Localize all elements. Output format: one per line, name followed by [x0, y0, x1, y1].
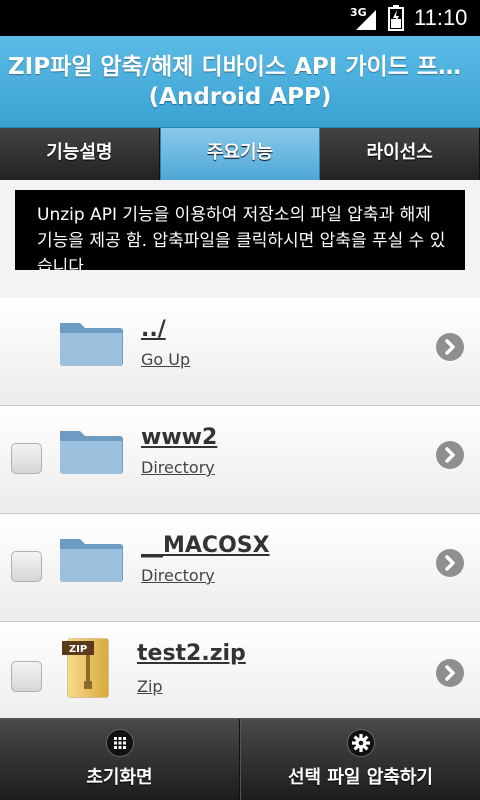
- select-checkbox[interactable]: [11, 661, 42, 692]
- file-type[interactable]: Go Up: [141, 350, 190, 369]
- header-subtitle: (Android APP): [148, 84, 332, 110]
- tab-main-features[interactable]: 주요기능: [159, 128, 321, 180]
- file-name[interactable]: test2.zip: [137, 641, 246, 666]
- file-list: ../ Go Up www2 Directory __MACOSX Direct…: [0, 298, 480, 718]
- chevron-right-icon[interactable]: [436, 659, 464, 687]
- compress-selected-button[interactable]: 선택 파일 압축하기: [240, 719, 480, 800]
- file-type[interactable]: Directory: [141, 566, 215, 585]
- status-bar: 3G 11:10: [0, 0, 480, 36]
- folder-icon: [60, 539, 123, 582]
- grid-icon: [105, 729, 134, 757]
- file-name[interactable]: ../: [141, 317, 166, 342]
- chevron-right-icon[interactable]: [436, 441, 464, 469]
- list-item-go-up[interactable]: ../ Go Up: [0, 298, 480, 406]
- file-type[interactable]: Directory: [141, 458, 215, 477]
- home-button[interactable]: 초기화면: [0, 719, 240, 800]
- list-item-www2[interactable]: www2 Directory: [0, 406, 480, 514]
- header-title: ZIP파일 압축/해제 디바이스 API 가이드 프로그램: [8, 54, 480, 80]
- home-button-label: 초기화면: [86, 767, 153, 788]
- tab-license[interactable]: 라이선스: [320, 128, 480, 180]
- battery-icon: [388, 5, 404, 31]
- compress-button-label: 선택 파일 압축하기: [287, 767, 433, 788]
- app-header: ZIP파일 압축/해제 디바이스 API 가이드 프로그램 (Android A…: [0, 36, 480, 128]
- clock: 11:10: [414, 5, 468, 30]
- zip-icon-label: ZIP: [69, 644, 87, 655]
- select-checkbox[interactable]: [11, 551, 42, 582]
- signal-icon: [356, 10, 376, 30]
- folder-icon: [60, 431, 123, 474]
- file-name[interactable]: www2: [141, 425, 217, 450]
- file-name[interactable]: __MACOSX: [141, 533, 270, 558]
- chevron-right-icon[interactable]: [436, 549, 464, 577]
- zip-file-icon: ZIP: [62, 638, 109, 698]
- description-text: Unzip API 기능을 이용하여 저장소의 파일 압축과 해제 기능을 제공…: [15, 190, 465, 270]
- tab-feature-description[interactable]: 기능설명: [0, 128, 160, 180]
- gear-icon: [346, 729, 375, 757]
- description-area: Unzip API 기능을 이용하여 저장소의 파일 압축과 해제 기능을 제공…: [0, 180, 480, 298]
- tab-bar: 기능설명 주요기능 라이선스: [0, 128, 480, 180]
- list-item-macosx[interactable]: __MACOSX Directory: [0, 514, 480, 622]
- folder-icon: [60, 323, 123, 366]
- chevron-right-icon[interactable]: [436, 333, 464, 361]
- bottom-bar: 초기화면 선택 파일 압축하기: [0, 718, 480, 800]
- select-checkbox[interactable]: [11, 443, 42, 474]
- file-type[interactable]: Zip: [137, 677, 163, 696]
- list-item-test2-zip[interactable]: ZIP test2.zip Zip: [0, 622, 480, 718]
